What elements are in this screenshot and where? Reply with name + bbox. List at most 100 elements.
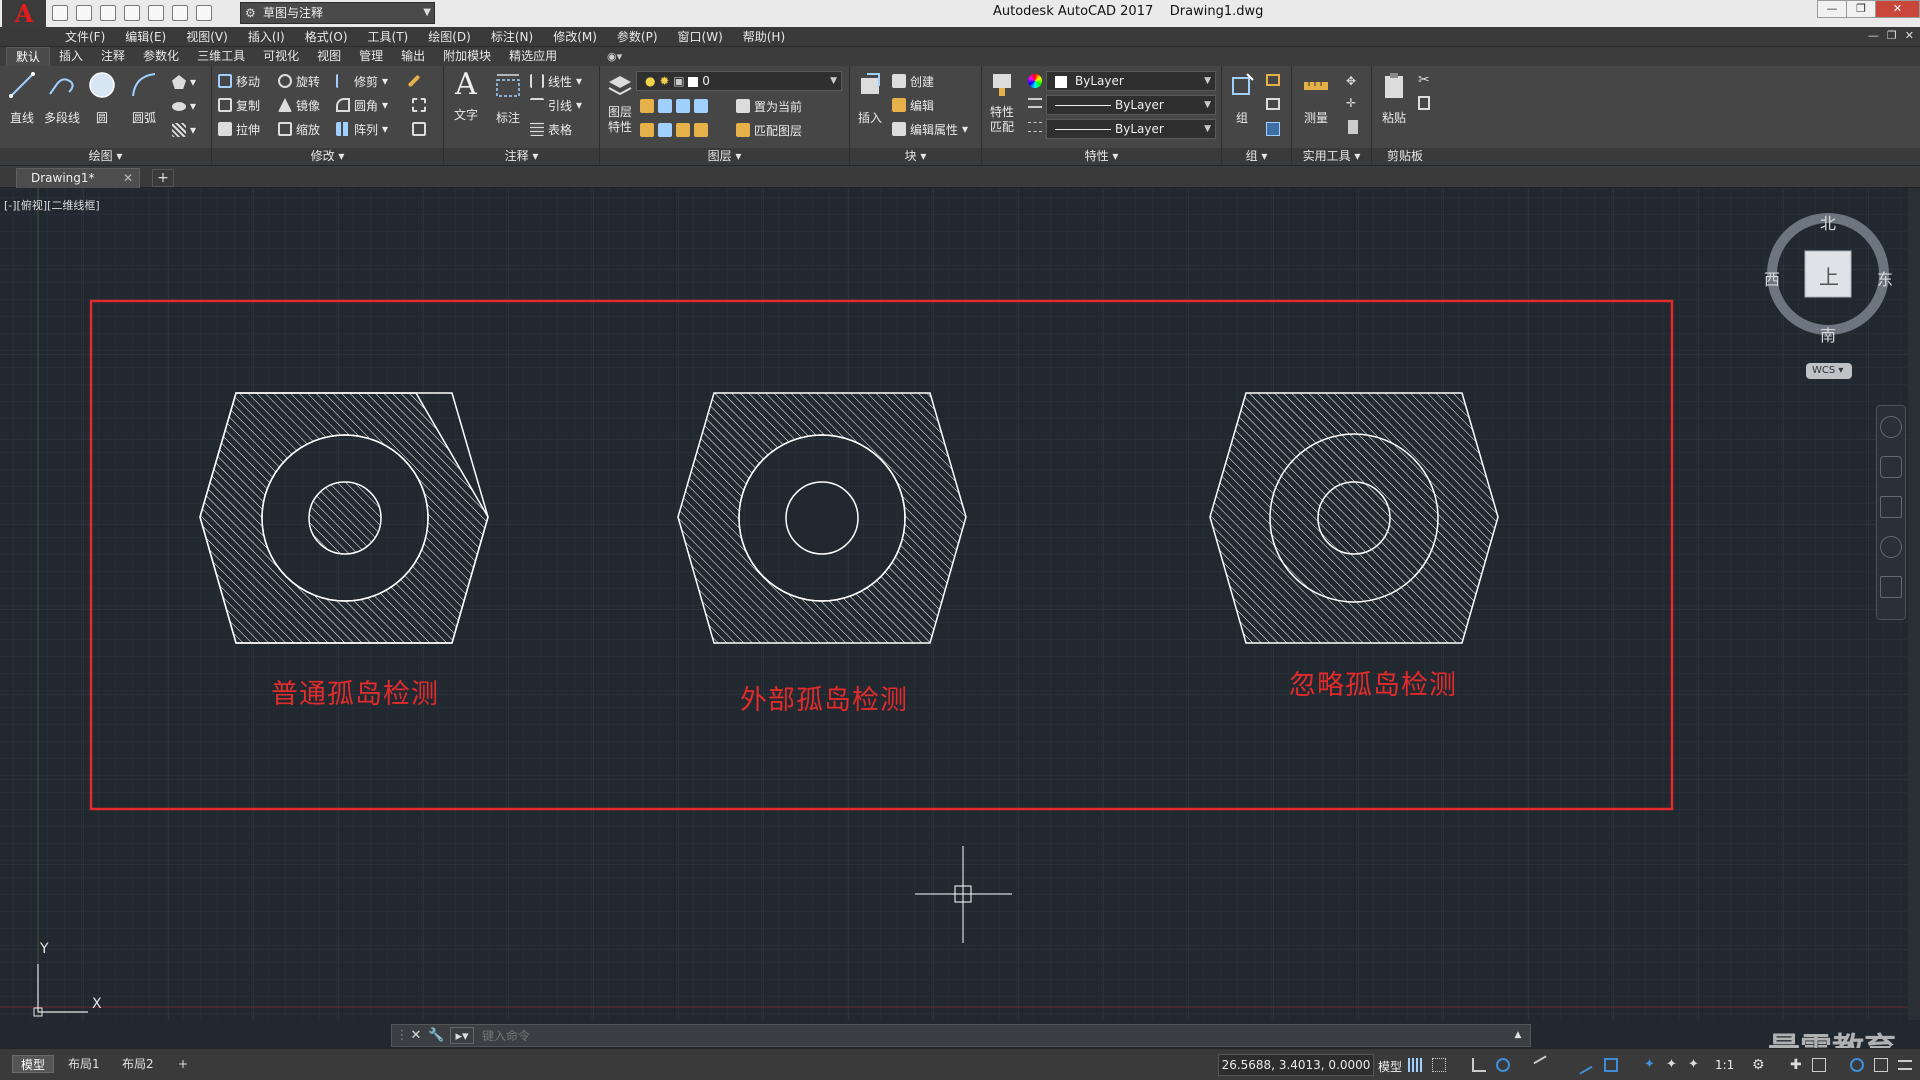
workspace-gear-icon[interactable]: ⚙ — [1752, 1058, 1766, 1072]
ribbon-tab[interactable]: 视图 — [308, 47, 350, 66]
menu-item[interactable]: 文件(F) — [55, 27, 115, 47]
close-button[interactable]: ✕ — [1875, 0, 1920, 18]
restore-button[interactable]: ❐ — [1846, 0, 1876, 18]
close-tab-icon[interactable]: ✕ — [123, 169, 133, 187]
edit-attributes-tool[interactable]: 编辑属性 ▾ — [892, 119, 968, 139]
ribbon-tab[interactable]: 三维工具 — [188, 47, 254, 66]
draw-panel-title[interactable]: 绘图 ▾ — [0, 148, 211, 165]
stretch-tool[interactable]: 拉伸 — [218, 119, 260, 139]
isolate-objects-icon[interactable] — [1850, 1058, 1864, 1072]
new-tab-button[interactable]: + — [152, 169, 174, 187]
point-icon[interactable]: ✛ — [1346, 96, 1356, 110]
offset-tool[interactable] — [412, 119, 426, 139]
wcs-menu[interactable]: WCS ▾ — [1806, 363, 1852, 379]
snap-mode-icon[interactable] — [1432, 1058, 1446, 1072]
ellipse-tool[interactable]: ▾ — [172, 96, 196, 116]
fullscreen-icon[interactable] — [1874, 1058, 1888, 1072]
hexagon-ignore-island[interactable] — [1209, 392, 1499, 644]
polar-tracking-icon[interactable] — [1496, 1058, 1510, 1072]
drawing-canvas[interactable]: [-][俯视][二维线框] 普通孤岛检测 外部孤岛检测 忽略孤岛检测 Y X — [0, 188, 1908, 1020]
menu-item[interactable]: 修改(M) — [543, 27, 607, 47]
group-select-icon[interactable] — [1266, 122, 1280, 136]
zoom-extents-icon[interactable] — [1880, 496, 1902, 518]
dimension-tool[interactable]: 标注 — [488, 70, 528, 126]
layer-dropdown[interactable]: ● ✹ ▣ 0 ▼ — [636, 71, 842, 91]
menu-item[interactable]: 窗口(W) — [668, 27, 733, 47]
table-tool[interactable]: 表格 — [530, 119, 572, 139]
cut-icon[interactable]: ✂ — [1418, 72, 1430, 88]
coordinate-readout[interactable]: 26.5688, 3.4013, 0.0000 — [1218, 1054, 1374, 1076]
redo-icon[interactable] — [196, 5, 212, 21]
scale-tool[interactable]: 缩放 — [278, 119, 320, 139]
modify-panel-title[interactable]: 修改 ▾ — [212, 148, 443, 165]
menu-item[interactable]: 视图(V) — [176, 27, 238, 47]
group-tool[interactable]: 组 — [1222, 70, 1262, 126]
rotate-tool[interactable]: 旋转 — [278, 71, 320, 91]
match-properties-tool[interactable]: 特性 匹配 — [982, 70, 1022, 135]
fillet-tool[interactable]: 圆角 ▾ — [336, 95, 388, 115]
menu-item[interactable]: 编辑(E) — [115, 27, 176, 47]
layer-tools-row1[interactable] — [640, 96, 708, 116]
hexagon-outer-island[interactable] — [677, 392, 967, 644]
menu-item[interactable]: 标注(N) — [481, 27, 543, 47]
ribbon-tab[interactable]: 可视化 — [254, 47, 308, 66]
line-tool[interactable]: 直线 — [2, 70, 42, 126]
layer-properties-tool[interactable]: 图层 特性 — [600, 70, 640, 135]
menu-item[interactable]: 参数(P) — [607, 27, 668, 47]
cmd-customize-icon[interactable]: 🔧 — [428, 1027, 444, 1044]
layers-panel-title[interactable]: 图层 ▾ — [600, 148, 849, 165]
cmd-close-icon[interactable]: ✕ — [408, 1027, 424, 1044]
cmd-expand-icon[interactable]: ▲ — [1510, 1027, 1526, 1044]
menu-item[interactable]: 格式(O) — [295, 27, 358, 47]
grid-display-icon[interactable] — [1408, 1058, 1422, 1072]
minimize-button[interactable]: — — [1817, 0, 1847, 18]
annotation-scale-icon[interactable]: ✦ — [1688, 1058, 1702, 1072]
doc-minimize-icon[interactable]: — — [1868, 29, 1879, 42]
group-edit-icon[interactable] — [1266, 98, 1280, 110]
create-block-tool[interactable]: 创建 — [892, 71, 934, 91]
menu-item[interactable]: 绘图(D) — [418, 27, 481, 47]
menu-item[interactable]: 插入(I) — [238, 27, 295, 47]
model-space-toggle[interactable]: 模型 — [1378, 1058, 1402, 1075]
arc-tool[interactable]: 圆弧 — [124, 70, 164, 126]
ribbon-tab[interactable]: 精选应用 — [500, 47, 566, 66]
polyline-tool[interactable]: 多段线 — [42, 70, 82, 126]
erase-tool[interactable] — [407, 71, 421, 91]
object-snap-tracking-icon[interactable] — [1573, 1055, 1593, 1075]
steering-wheel-icon[interactable] — [1880, 416, 1902, 438]
linear-tool[interactable]: 线性 ▾ — [530, 71, 582, 91]
block-panel-title[interactable]: 块 ▾ — [850, 148, 981, 165]
save-as-icon[interactable] — [124, 5, 140, 21]
annotation-visibility-icon[interactable]: ✦ — [1644, 1058, 1658, 1072]
mirror-tool[interactable]: 镜像 — [278, 95, 320, 115]
showmotion-icon[interactable] — [1880, 576, 1902, 598]
insert-block-tool[interactable]: 插入 — [850, 70, 890, 126]
array-tool[interactable]: 阵列 ▾ — [336, 119, 388, 139]
doc-close-icon[interactable]: ✕ — [1905, 29, 1914, 42]
open-file-icon[interactable] — [76, 5, 92, 21]
leader-tool[interactable]: 引线 ▾ — [530, 95, 582, 115]
command-input[interactable] — [482, 1026, 1482, 1045]
compass-south[interactable]: 南 — [1820, 322, 1836, 346]
isodraft-icon[interactable] — [1533, 1055, 1553, 1075]
edit-block-tool[interactable]: 编辑 — [892, 95, 934, 115]
viewcube-top-face[interactable]: 上 — [1819, 261, 1839, 290]
doc-restore-icon[interactable]: ❐ — [1887, 29, 1897, 42]
ortho-icon[interactable] — [1472, 1058, 1486, 1072]
viewcube[interactable]: 北 南 西 东 上 — [1762, 208, 1894, 345]
color-dropdown[interactable]: ByLayer ▼ — [1046, 71, 1216, 91]
ribbon-tab[interactable]: 附加模块 — [434, 47, 500, 66]
match-layer-tool[interactable]: 匹配图层 — [736, 120, 802, 140]
linetype-dropdown[interactable]: ByLayer ▼ — [1046, 95, 1216, 115]
customization-menu-icon[interactable] — [1898, 1060, 1912, 1070]
vertical-scrollbar[interactable] — [1908, 188, 1920, 1020]
compass-west[interactable]: 西 — [1764, 266, 1780, 290]
new-file-icon[interactable] — [52, 5, 68, 21]
file-tab-drawing1[interactable]: Drawing1* ✕ — [16, 168, 140, 188]
move-tool[interactable]: 移动 — [218, 71, 260, 91]
hatch-tool[interactable]: ▾ — [172, 120, 196, 140]
utilities-panel-title[interactable]: 实用工具 ▾ — [1292, 148, 1371, 165]
ribbon-tab[interactable]: 注释 — [92, 47, 134, 66]
paste-tool[interactable]: 粘贴 — [1374, 70, 1414, 126]
plot-icon[interactable] — [148, 5, 164, 21]
